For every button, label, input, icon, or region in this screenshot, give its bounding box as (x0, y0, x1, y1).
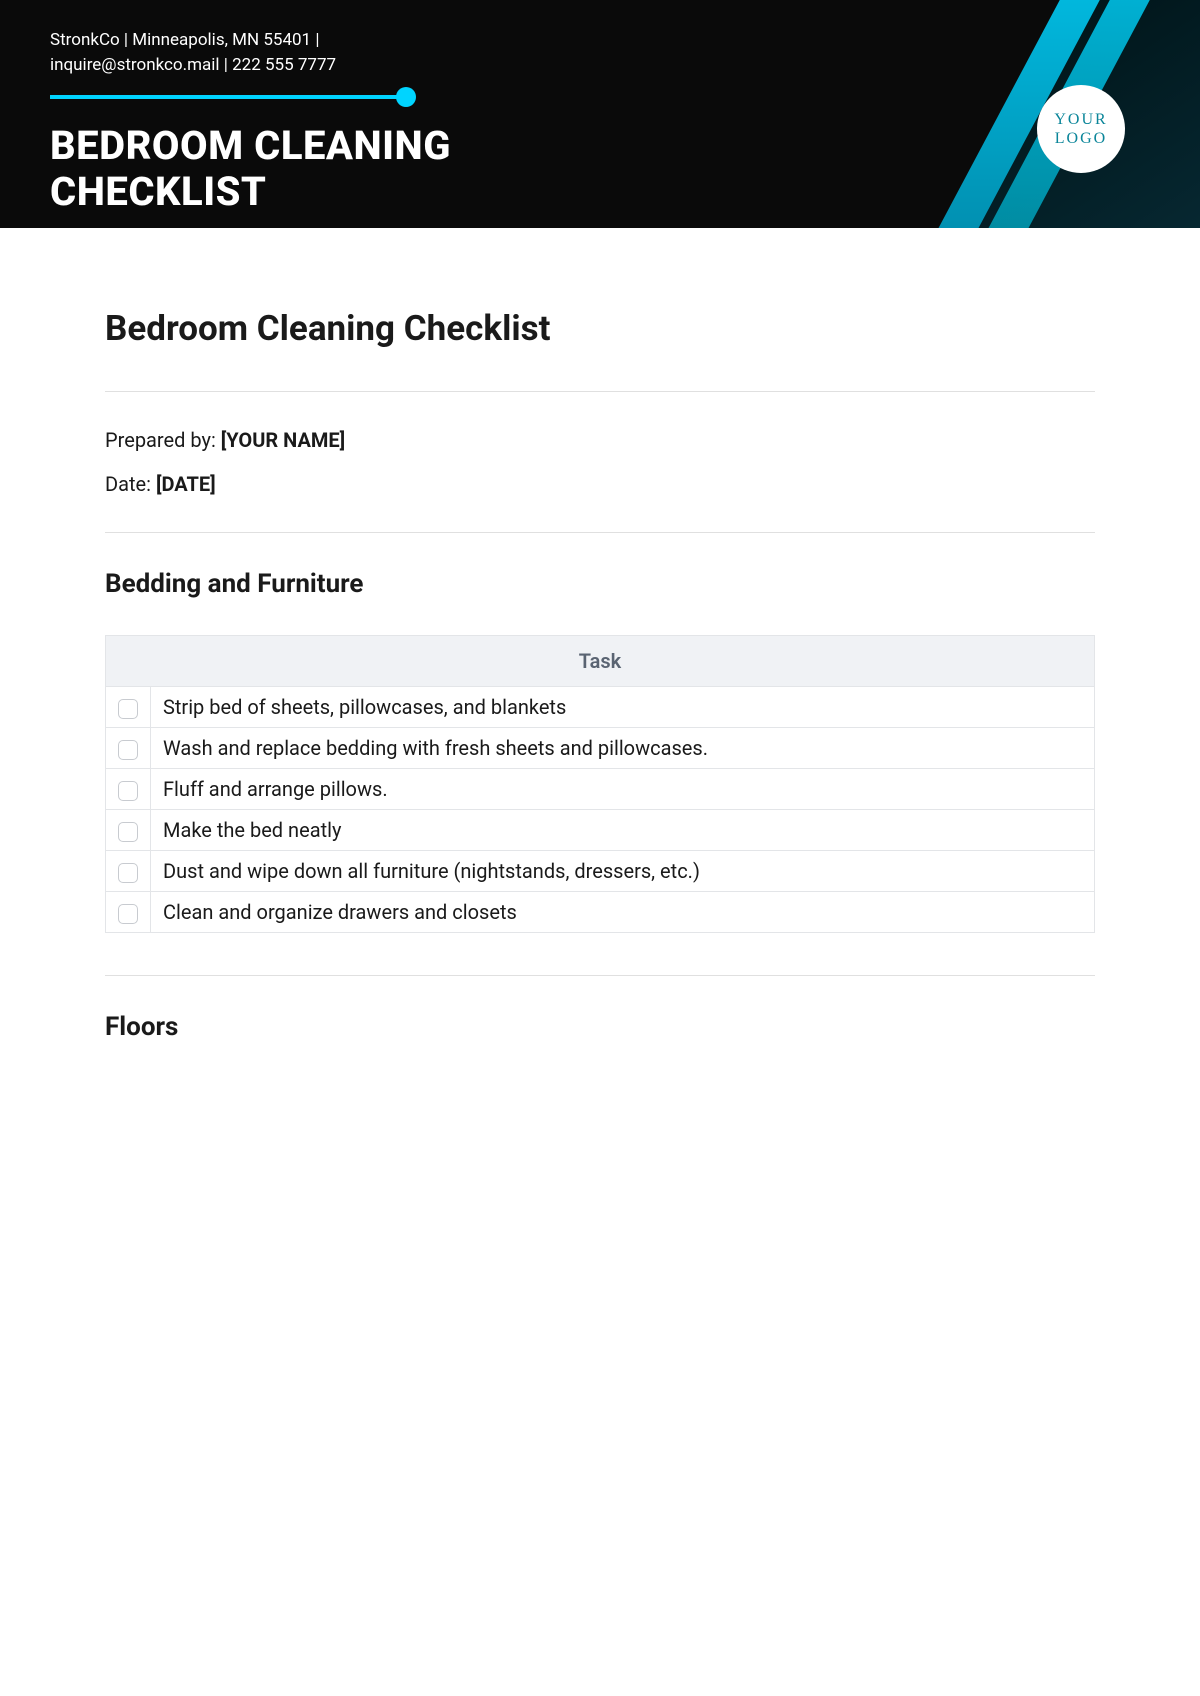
prepared-by-line: Prepared by: [YOUR NAME] (105, 428, 1095, 452)
divider (105, 975, 1095, 976)
task-text: Wash and replace bedding with fresh shee… (151, 728, 1095, 769)
meta-block: Prepared by: [YOUR NAME] Date: [DATE] (105, 428, 1095, 496)
prepared-by-value: [YOUR NAME] (221, 428, 345, 452)
header-title: BEDROOM CLEANING CHECKLIST (50, 123, 1150, 215)
task-text: Fluff and arrange pillows. (151, 769, 1095, 810)
date-line: Date: [DATE] (105, 472, 1095, 496)
document-header: StronkCo | Minneapolis, MN 55401 | inqui… (0, 0, 1200, 228)
task-row: Dust and wipe down all furniture (nights… (106, 851, 1095, 892)
task-text: Make the bed neatly (151, 810, 1095, 851)
accent-line-bar (50, 95, 398, 99)
checkbox-icon[interactable] (118, 699, 138, 719)
task-row: Fluff and arrange pillows. (106, 769, 1095, 810)
task-checkbox-cell (106, 687, 151, 728)
logo-text: YOUR LOGO (1054, 110, 1107, 148)
checkbox-icon[interactable] (118, 740, 138, 760)
accent-line-dot-icon (396, 87, 416, 107)
divider (105, 532, 1095, 533)
document-content: Bedroom Cleaning Checklist Prepared by: … (0, 228, 1200, 1118)
checkbox-icon[interactable] (118, 822, 138, 842)
company-info: StronkCo | Minneapolis, MN 55401 | inqui… (50, 28, 1150, 77)
task-checkbox-cell (106, 851, 151, 892)
logo-text-line2: LOGO (1055, 130, 1107, 147)
task-row: Wash and replace bedding with fresh shee… (106, 728, 1095, 769)
header-title-line2: CHECKLIST (50, 168, 266, 215)
task-row: Clean and organize drawers and closets (106, 892, 1095, 933)
date-value: [DATE] (156, 472, 216, 496)
task-text: Strip bed of sheets, pillowcases, and bl… (151, 687, 1095, 728)
date-label: Date: (105, 472, 156, 496)
task-row: Make the bed neatly (106, 810, 1095, 851)
company-info-line2: inquire@stronkco.mail | 222 555 7777 (50, 55, 336, 75)
task-text: Dust and wipe down all furniture (nights… (151, 851, 1095, 892)
section-title-floors: Floors (105, 1012, 1095, 1042)
task-row: Strip bed of sheets, pillowcases, and bl… (106, 687, 1095, 728)
task-checkbox-cell (106, 728, 151, 769)
section-title-bedding: Bedding and Furniture (105, 569, 1095, 599)
task-checkbox-cell (106, 892, 151, 933)
checkbox-icon[interactable] (118, 781, 138, 801)
task-text: Clean and organize drawers and closets (151, 892, 1095, 933)
company-info-line1: StronkCo | Minneapolis, MN 55401 | (50, 30, 319, 50)
logo-text-line1: YOUR (1054, 111, 1107, 128)
header-accent-line (50, 87, 1150, 107)
header-title-line1: BEDROOM CLEANING (50, 122, 451, 169)
task-column-header: Task (106, 636, 1095, 687)
document-title: Bedroom Cleaning Checklist (105, 308, 1095, 349)
logo-placeholder: YOUR LOGO (1037, 85, 1125, 173)
prepared-by-label: Prepared by: (105, 428, 221, 452)
divider (105, 391, 1095, 392)
task-checkbox-cell (106, 769, 151, 810)
checkbox-icon[interactable] (118, 863, 138, 883)
task-table-body: Strip bed of sheets, pillowcases, and bl… (106, 687, 1095, 933)
checkbox-icon[interactable] (118, 904, 138, 924)
task-checkbox-cell (106, 810, 151, 851)
task-table-bedding: Task Strip bed of sheets, pillowcases, a… (105, 635, 1095, 933)
